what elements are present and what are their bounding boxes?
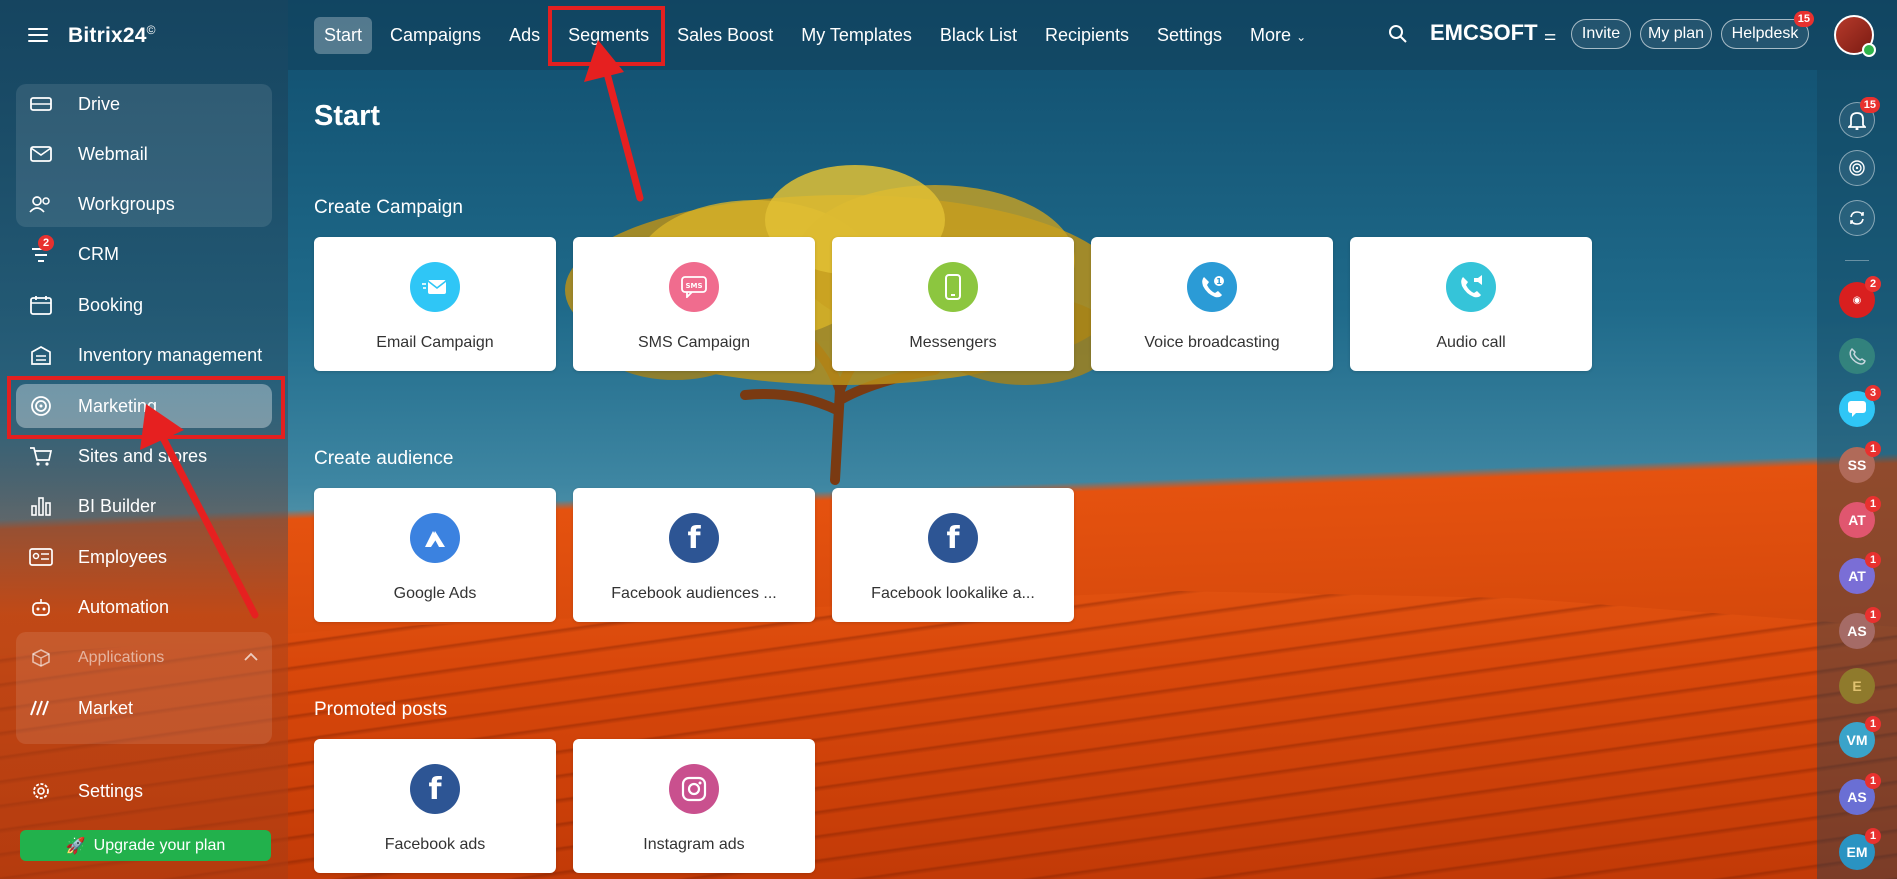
sync-icon[interactable] bbox=[1839, 200, 1875, 236]
upgrade-label: Upgrade your plan bbox=[93, 836, 226, 854]
svg-text:1: 1 bbox=[1216, 277, 1222, 286]
voice-broadcast-icon: 1 bbox=[1187, 262, 1237, 312]
contact-initials: E bbox=[1852, 678, 1862, 694]
upgrade-plan-button[interactable]: 🚀 Upgrade your plan bbox=[20, 830, 271, 861]
contact-avatar[interactable]: AT 1 bbox=[1839, 496, 1881, 538]
section-title-promoted-posts: Promoted posts bbox=[314, 699, 448, 720]
contact-initials: AT bbox=[1848, 568, 1866, 584]
card-label: Facebook ads bbox=[384, 836, 486, 853]
contact-initials: AT bbox=[1848, 512, 1866, 528]
annotation-arrows bbox=[140, 40, 644, 619]
contact-badge: 1 bbox=[1865, 552, 1881, 568]
contact-avatar[interactable]: VM 1 bbox=[1839, 716, 1881, 758]
card-facebook-ads[interactable]: f Facebook ads bbox=[314, 739, 556, 873]
contact-avatar[interactable]: AT 1 bbox=[1839, 552, 1881, 594]
gear-icon bbox=[28, 780, 54, 802]
rocket-icon: 🚀 bbox=[65, 837, 86, 855]
helpdesk-badge: 15 bbox=[1793, 11, 1814, 27]
sidebar-settings[interactable]: Settings bbox=[16, 769, 272, 813]
tab-more[interactable]: More ⌄ bbox=[1240, 17, 1316, 54]
tab-my-templates[interactable]: My Templates bbox=[791, 17, 922, 54]
contact-badge: 1 bbox=[1865, 607, 1881, 623]
card-instagram-ads[interactable]: Instagram ads bbox=[573, 739, 815, 873]
contact-initials: AS bbox=[1847, 623, 1867, 639]
helpdesk-button[interactable]: Helpdesk 15 bbox=[1721, 11, 1814, 49]
contact-badge: 1 bbox=[1865, 773, 1881, 789]
notification-bell-icon[interactable]: 15 bbox=[1839, 97, 1880, 138]
contact-badge: 3 bbox=[1865, 385, 1881, 401]
right-rail: 15 ◉ 2 3 SS 1 AT 1 AT 1 AS 1 E VM 1 AS 1 EM 1 bbox=[1817, 70, 1897, 879]
box-icon bbox=[28, 647, 54, 669]
contact-initials: SS bbox=[1847, 457, 1867, 473]
phone-icon bbox=[928, 262, 978, 312]
contact-avatar[interactable]: EM 1 bbox=[1839, 828, 1881, 870]
company-name[interactable]: EMCSOFT ⚌ bbox=[1430, 20, 1556, 46]
contact-badge: 1 bbox=[1865, 496, 1881, 512]
fingerprint-icon[interactable] bbox=[1839, 150, 1875, 186]
card-label: Messengers bbox=[909, 334, 997, 351]
contact-avatar[interactable]: SS 1 bbox=[1839, 441, 1881, 483]
online-status-icon bbox=[1862, 43, 1876, 57]
sidebar-item-label: Settings bbox=[78, 780, 144, 801]
chevron-up-icon[interactable] bbox=[244, 652, 258, 662]
contact-badge: 1 bbox=[1865, 441, 1881, 457]
card-label: Facebook lookalike a... bbox=[871, 585, 1035, 602]
arrow-to-segments bbox=[584, 40, 644, 202]
card-facebook-lookalike[interactable]: f Facebook lookalike a... bbox=[832, 488, 1074, 622]
chevron-down-icon: ⌄ bbox=[1296, 29, 1307, 44]
contact-initials: AS bbox=[1847, 789, 1867, 805]
contact-initials: EM bbox=[1846, 844, 1868, 860]
card-voice-broadcasting[interactable]: 1 Voice broadcasting bbox=[1091, 237, 1333, 371]
contact-avatar[interactable]: E bbox=[1839, 668, 1875, 704]
card-label: Voice broadcasting bbox=[1144, 334, 1280, 351]
company-label: EMCSOFT bbox=[1430, 20, 1538, 45]
card-label: Audio call bbox=[1436, 334, 1506, 351]
contact-avatar[interactable]: ◉ 2 bbox=[1839, 276, 1881, 318]
contact-badge: 1 bbox=[1865, 828, 1881, 844]
card-messengers[interactable]: Messengers bbox=[832, 237, 1074, 371]
phone-call-icon[interactable] bbox=[1839, 338, 1875, 374]
facebook-icon: f bbox=[928, 513, 978, 563]
tab-settings[interactable]: Settings bbox=[1147, 17, 1232, 54]
contact-badge: 1 bbox=[1865, 716, 1881, 732]
card-label: Instagram ads bbox=[643, 836, 745, 853]
invite-button[interactable]: Invite bbox=[1571, 19, 1631, 49]
market-icon bbox=[28, 697, 54, 719]
tab-black-list[interactable]: Black List bbox=[930, 17, 1027, 54]
tab-more-label: More bbox=[1250, 24, 1292, 45]
arrow-to-marketing bbox=[140, 404, 259, 619]
contact-initials: VM bbox=[1846, 732, 1868, 748]
instagram-icon bbox=[669, 764, 719, 814]
tab-recipients[interactable]: Recipients bbox=[1035, 17, 1139, 54]
sidebar-item-label: Market bbox=[78, 697, 134, 718]
chat-icon[interactable]: 3 bbox=[1839, 385, 1881, 427]
rail-divider bbox=[1845, 260, 1869, 261]
helpdesk-label: Helpdesk bbox=[1731, 25, 1799, 42]
contact-badge: 2 bbox=[1865, 276, 1881, 292]
search-icon[interactable] bbox=[1388, 24, 1408, 44]
sidebar-item-market[interactable]: Market bbox=[16, 686, 272, 730]
notification-badge: 15 bbox=[1859, 97, 1880, 113]
contact-avatar[interactable]: AS 1 bbox=[1839, 773, 1881, 815]
card-audio-call[interactable]: Audio call bbox=[1350, 237, 1592, 371]
sidebar-item-applications[interactable]: Applications bbox=[16, 636, 272, 680]
settings-sliders-icon: ⚌ bbox=[1543, 27, 1557, 43]
sidebar-item-label: Applications bbox=[78, 649, 165, 666]
contact-avatar[interactable]: AS 1 bbox=[1839, 607, 1881, 649]
my-plan-button[interactable]: My plan bbox=[1640, 19, 1712, 49]
user-avatar[interactable] bbox=[1834, 15, 1876, 57]
audio-call-icon bbox=[1446, 262, 1496, 312]
app-logo-icon: ◉ bbox=[1852, 294, 1862, 306]
facebook-icon: f bbox=[410, 764, 460, 814]
